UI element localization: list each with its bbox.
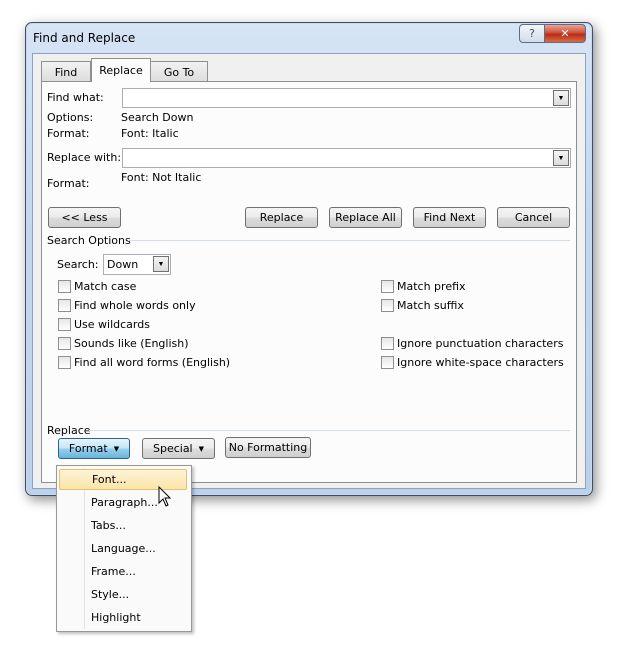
tab-replace-label: Replace — [99, 64, 143, 77]
replace-with-combo[interactable]: ▼ — [122, 148, 571, 168]
tab-find[interactable]: Find — [41, 61, 91, 82]
format-dropdown-icon: ▼ — [113, 444, 120, 453]
match-prefix-checkbox[interactable] — [381, 280, 394, 293]
tab-goto[interactable]: Go To — [150, 61, 208, 82]
tab-replace[interactable]: Replace — [91, 58, 151, 82]
word-forms-checkbox[interactable] — [58, 356, 71, 369]
search-options-heading: Search Options — [47, 234, 131, 247]
menu-item-style[interactable]: Style... — [59, 584, 187, 605]
wildcards-label: Use wildcards — [74, 318, 150, 331]
close-button[interactable]: ✕ — [544, 24, 586, 43]
menu-item-tabs[interactable]: Tabs... — [59, 515, 187, 536]
ignore-whitespace-label: Ignore white-space characters — [397, 356, 564, 369]
search-direction-select[interactable]: Down ▼ — [103, 254, 171, 275]
word-forms-label: Find all word forms (English) — [74, 356, 231, 369]
match-prefix-label: Match prefix — [397, 280, 466, 293]
cancel-button[interactable]: Cancel — [497, 207, 570, 228]
wildcards-checkbox[interactable] — [58, 318, 71, 331]
tab-goto-label: Go To — [163, 65, 195, 79]
special-dropdown-icon: ▼ — [198, 444, 205, 453]
replace-tab-panel: Find what: ▼ Options: Search Down Format… — [41, 81, 577, 483]
help-button[interactable]: ? — [519, 24, 545, 43]
search-direction-dropdown-icon[interactable]: ▼ — [153, 256, 169, 272]
replace-section-divider — [89, 430, 570, 431]
find-what-dropdown-icon[interactable]: ▼ — [553, 90, 569, 106]
search-direction-value: Down — [107, 258, 139, 271]
options-label: Options: — [47, 111, 94, 124]
replace-all-button[interactable]: Replace All — [329, 207, 402, 228]
menu-item-frame[interactable]: Frame... — [59, 561, 187, 582]
tab-find-label: Find — [54, 65, 78, 79]
dialog-client: Find Replace Go To Find what: ▼ Options:… — [32, 53, 586, 489]
find-format-value: Font: Italic — [121, 127, 179, 140]
search-options-divider — [128, 240, 570, 241]
whole-words-checkbox[interactable] — [58, 299, 71, 312]
match-suffix-label: Match suffix — [397, 299, 464, 312]
mouse-cursor-icon — [158, 486, 172, 507]
find-replace-dialog: Find and Replace ? ✕ Find Replace Go To … — [25, 22, 593, 496]
ignore-punctuation-checkbox[interactable] — [381, 337, 394, 350]
search-direction-label: Search: — [57, 258, 99, 271]
replace-format-label: Format: — [47, 177, 90, 190]
match-case-label: Match case — [74, 280, 137, 293]
menu-item-language[interactable]: Language... — [59, 538, 187, 559]
match-case-checkbox[interactable] — [58, 280, 71, 293]
find-what-combo[interactable]: ▼ — [122, 88, 571, 108]
find-next-button[interactable]: Find Next — [413, 207, 486, 228]
format-button[interactable]: Format ▼ — [58, 438, 130, 459]
dialog-title: Find and Replace — [33, 31, 136, 45]
format-button-label: Format — [68, 442, 108, 455]
whole-words-label: Find whole words only — [74, 299, 196, 312]
special-button[interactable]: Special ▼ — [142, 438, 215, 459]
ignore-whitespace-checkbox[interactable] — [381, 356, 394, 369]
match-suffix-checkbox[interactable] — [381, 299, 394, 312]
menu-item-highlight[interactable]: Highlight — [59, 607, 187, 628]
special-button-label: Special — [152, 442, 193, 455]
replace-with-label: Replace with: — [47, 151, 122, 164]
ignore-punctuation-label: Ignore punctuation characters — [397, 337, 564, 350]
find-what-label: Find what: — [47, 91, 104, 104]
less-button[interactable]: << Less — [48, 207, 121, 228]
replace-button[interactable]: Replace — [245, 207, 318, 228]
sounds-like-checkbox[interactable] — [58, 337, 71, 350]
replace-with-dropdown-icon[interactable]: ▼ — [553, 150, 569, 166]
sounds-like-label: Sounds like (English) — [74, 337, 189, 350]
replace-section-heading: Replace — [47, 424, 91, 437]
no-formatting-button[interactable]: No Formatting — [225, 437, 311, 458]
options-value: Search Down — [121, 111, 194, 124]
replace-format-value: Font: Not Italic — [121, 171, 202, 184]
find-format-label: Format: — [47, 127, 90, 140]
